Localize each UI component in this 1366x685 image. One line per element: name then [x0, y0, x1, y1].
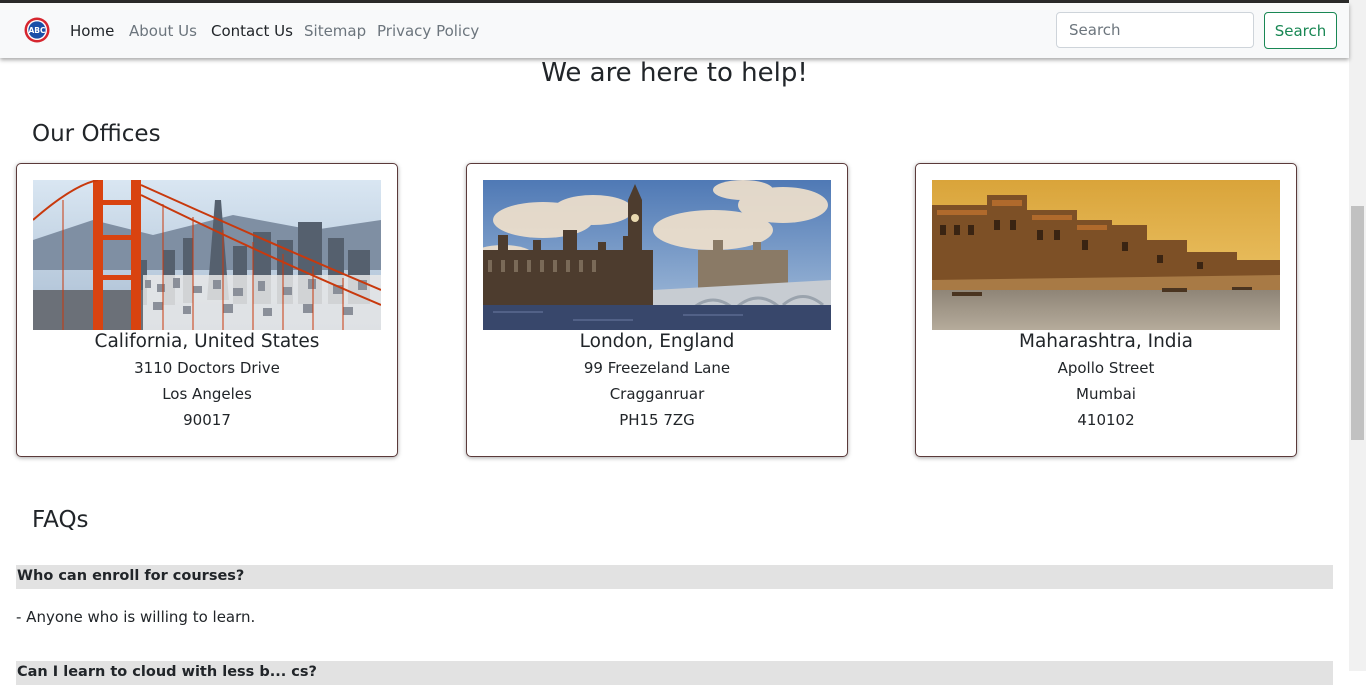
office-address-line3-california: 90017	[183, 411, 231, 429]
nav-home[interactable]: Home	[70, 22, 114, 40]
brand-logo-text: ABC	[28, 26, 46, 35]
office-address-line2-india: Mumbai	[1076, 385, 1136, 403]
navbar: ABC Home About Us Contact Us Sitemap Pri…	[0, 3, 1349, 58]
office-address-line3-india: 410102	[1077, 411, 1135, 429]
faq-question: Can I learn to cloud with less b... cs?	[16, 661, 1333, 685]
office-title-california: California, United States	[94, 331, 320, 352]
office-image-london	[483, 180, 831, 330]
office-address-line2-london: Cragganruar	[609, 385, 705, 403]
offices-heading: Our Offices	[32, 121, 161, 147]
office-title-london: London, England	[579, 331, 735, 352]
brand-logo[interactable]: ABC	[24, 17, 50, 43]
office-address-line1-india: Apollo Street	[1057, 359, 1155, 377]
search-input[interactable]	[1056, 12, 1254, 48]
office-card-india: Maharashtra, India Apollo Street Mumbai …	[915, 163, 1297, 457]
vertical-scrollbar[interactable]	[1349, 0, 1366, 671]
office-address-line1-california: 3110 Doctors Drive	[134, 359, 280, 377]
office-image-india	[932, 180, 1280, 330]
scrollbar-thumb[interactable]	[1351, 206, 1364, 440]
office-title-india: Maharashtra, India	[1018, 331, 1194, 352]
nav-privacy-policy[interactable]: Privacy Policy	[377, 22, 479, 40]
nav-contact-us[interactable]: Contact Us	[211, 22, 293, 40]
page-title: We are here to help!	[541, 58, 808, 88]
nav-sitemap[interactable]: Sitemap	[304, 22, 366, 40]
office-address-line1-london: 99 Freezeland Lane	[583, 359, 731, 377]
faqs-heading: FAQs	[32, 507, 89, 533]
office-card-california: California, United States 3110 Doctors D…	[16, 163, 398, 457]
search-button[interactable]: Search	[1264, 12, 1337, 49]
office-address-line3-london: PH15 7ZG	[619, 411, 695, 429]
faq-answer: - Anyone who is willing to learn.	[16, 608, 256, 626]
office-card-london: London, England 99 Freezeland Lane Cragg…	[466, 163, 848, 457]
office-image-california	[33, 180, 381, 330]
faq-question: Who can enroll for courses?	[16, 565, 1333, 589]
nav-about-us[interactable]: About Us	[129, 22, 197, 40]
office-address-line2-california: Los Angeles	[162, 385, 252, 403]
